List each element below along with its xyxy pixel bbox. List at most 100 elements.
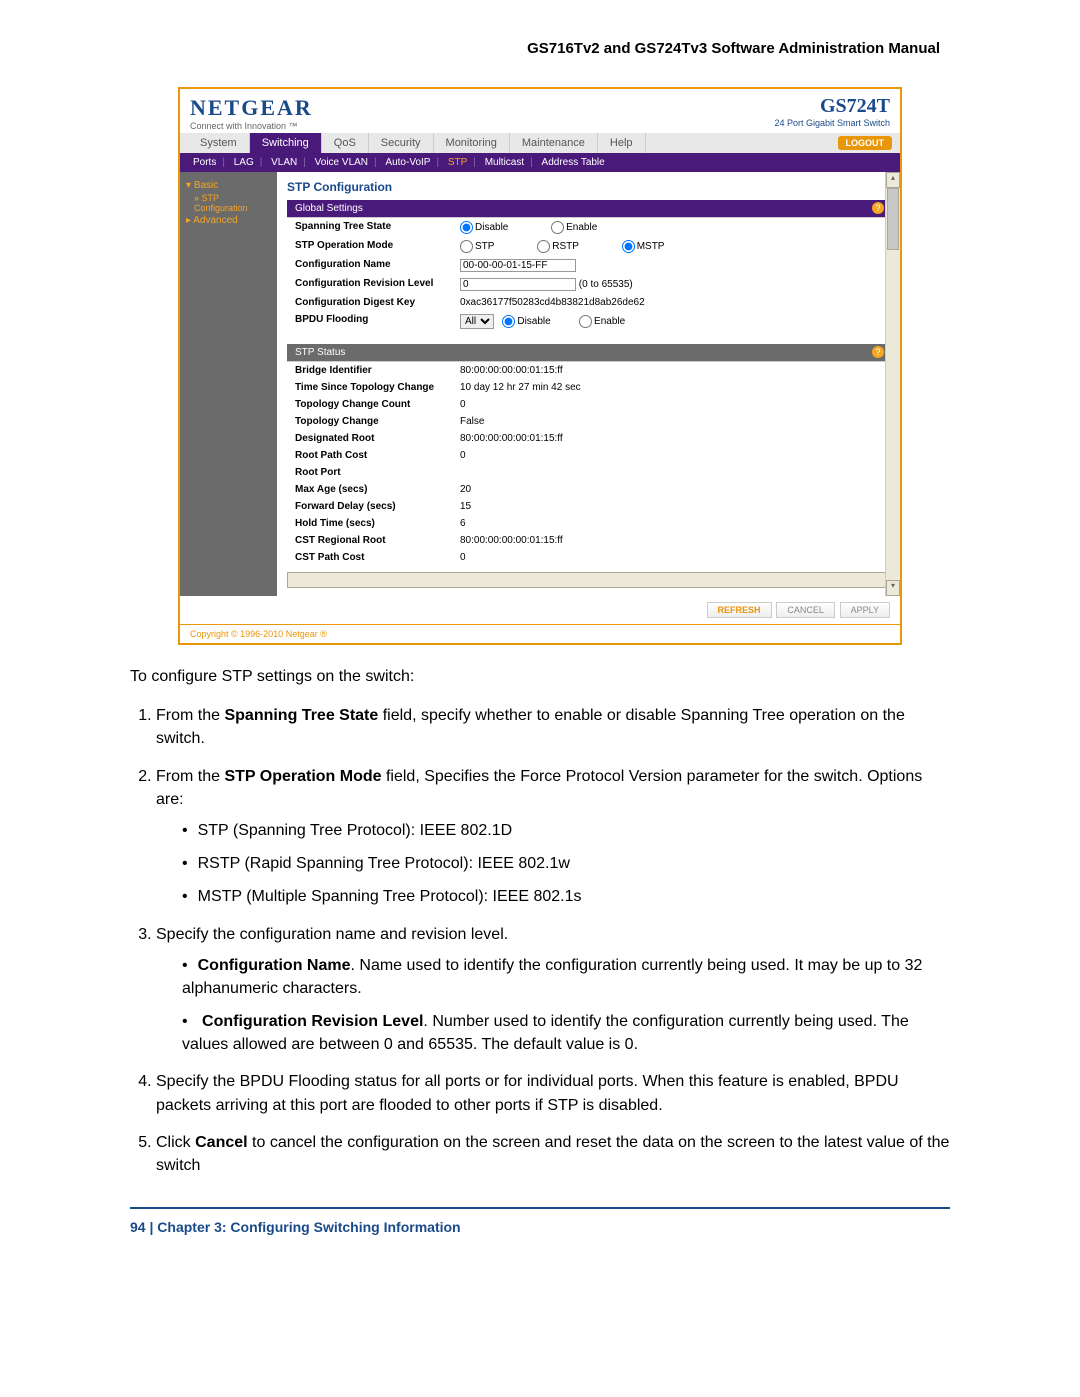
status-label: Designated Root (295, 433, 460, 444)
subtab-autovoip[interactable]: Auto-VoIP (385, 157, 430, 168)
tab-monitoring[interactable]: Monitoring (434, 133, 510, 153)
copyright-text: Copyright © 1996-2010 Netgear ® (180, 624, 900, 643)
status-value: 0 (460, 399, 882, 410)
cancel-button[interactable]: CANCEL (776, 602, 835, 618)
tab-switching[interactable]: Switching (250, 133, 322, 153)
sidebar-item-config[interactable]: Configuration (186, 203, 271, 213)
label-spanning-state: Spanning Tree State (295, 221, 460, 234)
page-footer: 94 | Chapter 3: Configuring Switching In… (130, 1219, 950, 1235)
sidebar-item-advanced[interactable]: ▸ Advanced (186, 213, 271, 228)
subtab-multicast[interactable]: Multicast (485, 157, 524, 168)
status-label: Root Port (295, 467, 460, 478)
refresh-button[interactable]: REFRESH (707, 602, 772, 618)
step-3-bullet-1: Configuration Name. Name used to identif… (182, 954, 950, 1000)
help-icon[interactable]: ? (872, 346, 884, 358)
input-config-name[interactable] (460, 259, 576, 272)
step-1: From the Spanning Tree State field, spec… (156, 704, 950, 750)
subsection-global: Global Settings? (287, 200, 890, 218)
value-digest: 0xac36177f50283cd4b83821d8ab26de62 (460, 297, 882, 308)
sub-tabs: Ports| LAG| VLAN| Voice VLAN| Auto-VoIP|… (180, 153, 900, 172)
status-label: Time Since Topology Change (295, 382, 460, 393)
help-icon[interactable]: ? (872, 202, 884, 214)
scroll-up-icon[interactable]: ▴ (886, 172, 900, 188)
radio-rstp[interactable] (537, 240, 550, 253)
logout-button[interactable]: LOGOUT (838, 136, 893, 150)
label-stp-mode: STP Operation Mode (295, 240, 460, 253)
content-pane: STP Configuration Global Settings? Spann… (277, 172, 900, 596)
sidebar-item-basic[interactable]: ▾ Basic (186, 178, 271, 193)
status-value (460, 467, 882, 478)
status-label: Topology Change (295, 416, 460, 427)
status-value: 80:00:00:00:00:01:15:ff (460, 365, 882, 376)
step-3-bullet-2: Configuration Revision Level. Number use… (182, 1010, 950, 1056)
status-label: CST Regional Root (295, 535, 460, 546)
status-label: Hold Time (secs) (295, 518, 460, 529)
step-2: From the STP Operation Mode field, Speci… (156, 765, 950, 909)
status-value: 80:00:00:00:00:01:15:ff (460, 433, 882, 444)
admin-ui-screenshot: NETGEAR Connect with Innovation ™ GS724T… (178, 87, 902, 645)
status-label: Forward Delay (secs) (295, 501, 460, 512)
model-name: GS724T (774, 95, 890, 118)
status-label: Topology Change Count (295, 399, 460, 410)
status-label: Max Age (secs) (295, 484, 460, 495)
radio-bpdu-disable[interactable] (502, 315, 515, 328)
step-2-bullet-2: RSTP (Rapid Spanning Tree Protocol): IEE… (182, 852, 950, 875)
doc-header: GS716Tv2 and GS724Tv3 Software Administr… (50, 40, 1030, 57)
status-value: 15 (460, 501, 882, 512)
instructions-intro: To configure STP settings on the switch: (130, 665, 950, 688)
apply-button[interactable]: APPLY (840, 602, 890, 618)
model-subtitle: 24 Port Gigabit Smart Switch (774, 118, 890, 128)
status-value: False (460, 416, 882, 427)
status-label: Bridge Identifier (295, 365, 460, 376)
label-config-name: Configuration Name (295, 259, 460, 272)
label-revision: Configuration Revision Level (295, 278, 460, 291)
step-4: Specify the BPDU Flooding status for all… (156, 1070, 950, 1116)
section-title: STP Configuration (287, 180, 890, 194)
subtab-stp[interactable]: STP (448, 157, 467, 168)
top-tabs: System Switching QoS Security Monitoring… (180, 133, 900, 153)
status-value: 80:00:00:00:00:01:15:ff (460, 535, 882, 546)
select-bpdu-port[interactable]: All (460, 314, 494, 329)
input-revision[interactable] (460, 278, 576, 291)
status-value: 6 (460, 518, 882, 529)
status-value: 0 (460, 552, 882, 563)
radio-mstp[interactable] (622, 240, 635, 253)
step-3: Specify the configuration name and revis… (156, 923, 950, 1057)
revision-hint: (0 to 65535) (579, 279, 633, 290)
subtab-lag[interactable]: LAG (234, 157, 254, 168)
tab-qos[interactable]: QoS (322, 133, 369, 153)
subtab-addresstable[interactable]: Address Table (542, 157, 605, 168)
scroll-thumb[interactable] (887, 188, 899, 250)
tab-help[interactable]: Help (598, 133, 646, 153)
tab-maintenance[interactable]: Maintenance (510, 133, 598, 153)
sidebar-item-stp[interactable]: » STP (186, 193, 271, 203)
instructions: To configure STP settings on the switch:… (130, 665, 950, 1177)
status-value: 0 (460, 450, 882, 461)
tab-security[interactable]: Security (369, 133, 434, 153)
scroll-down-icon[interactable]: ▾ (886, 580, 900, 596)
subtab-vlan[interactable]: VLAN (271, 157, 297, 168)
status-label: CST Path Cost (295, 552, 460, 563)
step-2-bullet-1: STP (Spanning Tree Protocol): IEEE 802.1… (182, 819, 950, 842)
sidebar: ▾ Basic » STP Configuration ▸ Advanced (180, 172, 277, 596)
label-digest: Configuration Digest Key (295, 297, 460, 308)
radio-enable-sts[interactable] (551, 221, 564, 234)
step-5: Click Cancel to cancel the configuration… (156, 1131, 950, 1177)
tab-system[interactable]: System (188, 133, 250, 153)
logo-subtitle: Connect with Innovation ™ (190, 121, 313, 131)
vertical-scrollbar[interactable]: ▴ ▾ (885, 172, 900, 596)
action-bar: REFRESH CANCEL APPLY (180, 596, 900, 624)
status-label: Root Path Cost (295, 450, 460, 461)
radio-stp[interactable] (460, 240, 473, 253)
footer-rule (130, 1207, 950, 1209)
subtab-voicevlan[interactable]: Voice VLAN (315, 157, 368, 168)
netgear-logo: NETGEAR (190, 95, 313, 121)
status-value: 20 (460, 484, 882, 495)
status-value: 10 day 12 hr 27 min 42 sec (460, 382, 882, 393)
horizontal-scrollbar[interactable] (287, 572, 890, 588)
subtab-ports[interactable]: Ports (193, 157, 216, 168)
subsection-status: STP Status? (287, 344, 890, 362)
radio-bpdu-enable[interactable] (579, 315, 592, 328)
radio-disable-sts[interactable] (460, 221, 473, 234)
label-bpdu: BPDU Flooding (295, 314, 460, 329)
